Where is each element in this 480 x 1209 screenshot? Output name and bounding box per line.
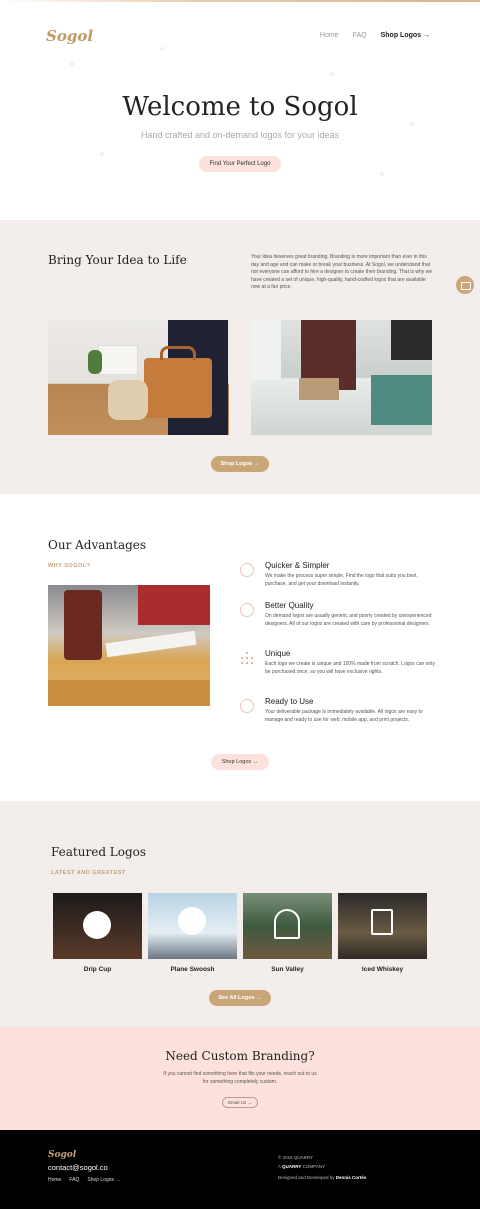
custom-text: If you cannot find something here that f… (163, 1071, 317, 1085)
photo-shelf (391, 320, 432, 360)
hero-title: Welcome to Sogol (122, 92, 358, 122)
logo[interactable]: Sogol (46, 27, 93, 45)
hero-subtitle: Hand crafted and on-demand logos for you… (140, 130, 340, 140)
shop-logos-button-2[interactable]: Shop Logos → (211, 754, 269, 770)
footer-logo[interactable]: Sogol (48, 1150, 76, 1160)
footer-copyright: © 2016 QUARRY (278, 1155, 313, 1160)
footer-link-home[interactable]: Home (48, 1177, 61, 1183)
writing-photo (48, 585, 210, 706)
nav-shop-logos[interactable]: Shop Logos → (381, 32, 430, 39)
photo-window (98, 345, 138, 375)
cup-icon (83, 911, 111, 939)
featured-kicker: LATEST AND GREATEST (51, 870, 126, 876)
footer-links: Home FAQ Shop Logos → (48, 1177, 120, 1183)
glass-icon (371, 909, 393, 935)
background-dot (70, 62, 74, 66)
dots-icon (240, 651, 254, 665)
advantage-title: Quicker & Simpler (265, 561, 330, 570)
find-logo-button[interactable]: Find Your Perfect Logo (199, 156, 281, 172)
background-dot (160, 47, 164, 51)
background-dot (410, 122, 414, 126)
office-bag-photo (48, 320, 229, 435)
advantage-text: Your deliverable package is immediately … (265, 709, 423, 723)
rocket-icon (240, 699, 254, 713)
footer-link-faq[interactable]: FAQ (69, 1177, 79, 1183)
photo-person-leg (108, 380, 148, 420)
advantage-text: On demand logos are usually generic and … (265, 613, 432, 627)
advantages-title: Our Advantages (48, 538, 147, 552)
logo-name[interactable]: Plane Swoosh (148, 966, 237, 973)
logo-name[interactable]: Drip Cup (53, 966, 142, 973)
idea-title: Bring Your Idea to Life (48, 253, 187, 267)
photo-paper (105, 630, 197, 658)
photo-table (48, 680, 210, 706)
logo-card-sun-valley[interactable] (243, 893, 332, 959)
background-dot (100, 152, 104, 156)
logo-name[interactable]: Iced Whiskey (338, 966, 427, 973)
photo-chairs (371, 375, 432, 425)
diamond-icon (240, 603, 254, 617)
sun-icon (274, 909, 300, 939)
background-dot (330, 72, 334, 76)
hero-section: Sogol Home FAQ Shop Logos → Welcome to S… (0, 2, 480, 220)
company-suffix: COMPANY (301, 1164, 326, 1169)
custom-title: Need Custom Branding? (165, 1049, 315, 1063)
photo-person (138, 585, 210, 625)
idea-text: Your idea deserves great branding. Brand… (251, 254, 433, 290)
footer-email[interactable]: contact@sogol.co (48, 1163, 108, 1172)
company-name[interactable]: QUARRY (282, 1164, 301, 1169)
see-all-logos-button[interactable]: See All Logos → (209, 990, 271, 1006)
advantage-text: Each logo we create is unique and 100% m… (265, 661, 435, 675)
logo-card-plane-swoosh[interactable] (148, 893, 237, 959)
advantage-text: We make the process super simple. Find t… (265, 573, 418, 587)
credit-name[interactable]: Dennis Cortés (336, 1175, 367, 1180)
photo-bag (144, 358, 212, 418)
nav-faq[interactable]: FAQ (353, 32, 367, 39)
photo-bag (64, 590, 102, 660)
logo-card-iced-whiskey[interactable] (338, 893, 427, 959)
shop-logos-button[interactable]: Shop Logos → (211, 456, 269, 472)
packing-photo (251, 320, 432, 435)
advantage-title: Unique (265, 649, 291, 658)
main-nav: Home FAQ Shop Logos → (320, 32, 430, 39)
plane-icon (178, 907, 206, 935)
photo-plant (88, 350, 102, 374)
logo-name[interactable]: Sun Valley (243, 966, 332, 973)
background-dot (380, 172, 384, 176)
custom-branding-section: Need Custom Branding? If you cannot find… (0, 1027, 480, 1130)
footer-link-shop[interactable]: Shop Logos → (87, 1177, 120, 1183)
advantage-title: Ready to Use (265, 697, 314, 706)
stopwatch-icon (240, 563, 254, 577)
footer-credit: Designed and Developed by Dennis Cortés (278, 1175, 366, 1180)
logo-card-drip-cup[interactable] (53, 893, 142, 959)
featured-title: Featured Logos (51, 845, 147, 859)
email-us-button[interactable]: Email Us → (222, 1097, 258, 1108)
photo-window (251, 320, 281, 380)
nav-home[interactable]: Home (320, 32, 339, 39)
footer-company: A QUARRY COMPANY (278, 1164, 325, 1169)
footer: Sogol contact@sogol.co Home FAQ Shop Log… (0, 1130, 480, 1209)
dots-icon-graphic (241, 652, 253, 664)
advantages-kicker: WHY SOGOL? (48, 563, 91, 569)
credit-prefix: Designed and Developed by (278, 1175, 336, 1180)
chat-icon[interactable] (456, 276, 474, 294)
photo-bag-handle (160, 346, 196, 360)
photo-box (299, 378, 339, 400)
advantage-title: Better Quality (265, 601, 314, 610)
